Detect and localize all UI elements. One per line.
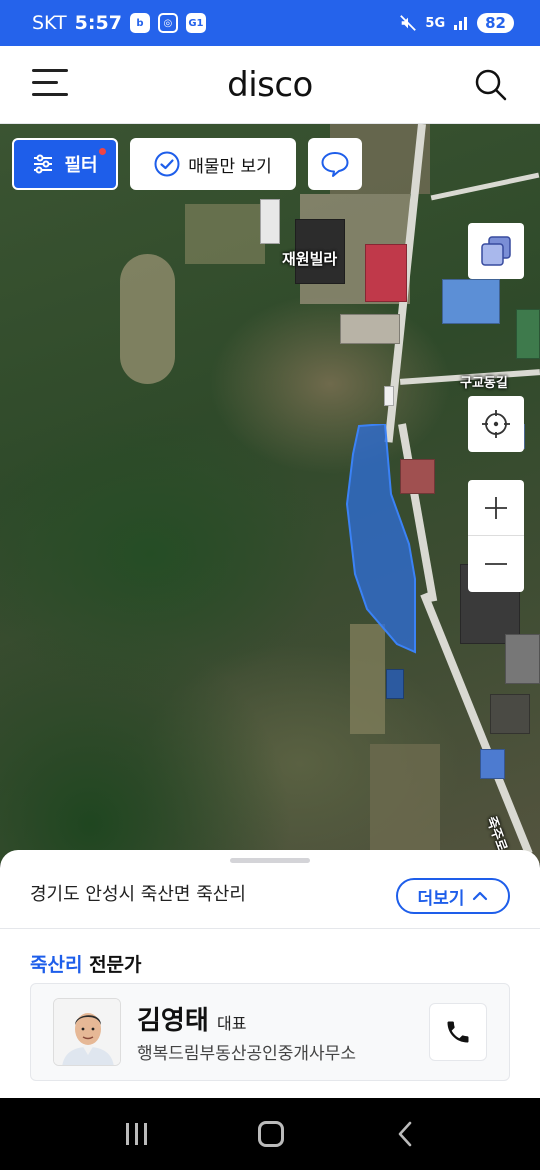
building bbox=[490, 694, 530, 734]
status-left: SKT 5:57 b ◎ G1 bbox=[32, 12, 206, 34]
status-right: 5G 82 bbox=[399, 13, 514, 33]
check-circle-icon bbox=[154, 151, 180, 177]
expert-suffix: 전문가 bbox=[82, 954, 142, 976]
zoom-in-button[interactable] bbox=[468, 480, 524, 536]
layers-icon bbox=[481, 236, 511, 266]
menu-icon[interactable] bbox=[32, 69, 68, 99]
map-field bbox=[370, 744, 440, 854]
phone-icon bbox=[447, 1021, 469, 1043]
bottom-sheet[interactable]: 경기도 안성시 죽산면 죽산리 더보기 죽산리 전문가 김영태 대표 행복드림부… bbox=[0, 850, 540, 1100]
search-icon[interactable] bbox=[474, 68, 508, 102]
app-logo: disco bbox=[227, 64, 313, 105]
road-label: 구교동길 bbox=[460, 376, 508, 391]
map-field bbox=[120, 254, 175, 384]
filter-label: 필터 bbox=[64, 155, 98, 176]
avatar bbox=[53, 998, 121, 1066]
sliders-icon bbox=[34, 154, 53, 174]
sheet-handle[interactable] bbox=[230, 858, 310, 863]
minus-icon bbox=[485, 563, 507, 565]
building bbox=[505, 634, 540, 684]
place-label: 재원빌라 bbox=[282, 250, 338, 268]
agent-office: 행복드림부동산공인중개사무소 bbox=[137, 1044, 356, 1064]
agent-card[interactable]: 김영태 대표 행복드림부동산공인중개사무소 bbox=[30, 983, 510, 1081]
app-header: disco bbox=[0, 46, 540, 124]
back-icon[interactable] bbox=[395, 1120, 415, 1148]
expert-section-title: 죽산리 전문가 bbox=[30, 950, 142, 977]
building bbox=[365, 244, 407, 302]
agent-photo bbox=[54, 999, 120, 1065]
time-label: 5:57 bbox=[74, 12, 122, 34]
signal-icon bbox=[454, 17, 468, 30]
layer-button[interactable] bbox=[468, 223, 524, 279]
g1-icon: G1 bbox=[185, 13, 206, 33]
selected-parcel[interactable] bbox=[345, 424, 417, 654]
listing-only-button[interactable]: 매물만 보기 bbox=[130, 138, 296, 190]
zoom-out-button[interactable] bbox=[468, 536, 524, 592]
expert-region: 죽산리 bbox=[30, 954, 83, 976]
building bbox=[260, 199, 280, 244]
address-label: 경기도 안성시 죽산면 죽산리 bbox=[30, 884, 246, 905]
chat-button[interactable] bbox=[308, 138, 362, 190]
building bbox=[340, 314, 400, 344]
more-label: 더보기 bbox=[417, 888, 465, 909]
building bbox=[480, 749, 505, 779]
map-field bbox=[185, 204, 265, 264]
mute-icon bbox=[400, 15, 417, 31]
network-label: 5G bbox=[425, 15, 446, 31]
chevron-up-icon bbox=[473, 891, 488, 901]
divider bbox=[0, 928, 540, 929]
road bbox=[430, 172, 540, 201]
building bbox=[384, 386, 394, 406]
road-label-secondary: 죽주로 bbox=[482, 814, 510, 854]
building bbox=[442, 279, 500, 324]
building bbox=[386, 669, 404, 699]
listing-only-label: 매물만 보기 bbox=[188, 156, 272, 177]
crosshair-icon bbox=[482, 410, 510, 438]
speech-bubble-icon bbox=[321, 152, 349, 177]
map-view[interactable]: 재원빌라 구교동길 죽주로 bbox=[0, 124, 540, 864]
camera-icon: ◎ bbox=[157, 13, 178, 33]
more-button[interactable]: 더보기 bbox=[396, 878, 510, 914]
battery-indicator: 82 bbox=[477, 13, 514, 33]
agent-role: 대표 bbox=[217, 1014, 247, 1033]
filter-notification-dot bbox=[99, 148, 106, 155]
agent-name: 김영태 bbox=[137, 1006, 209, 1036]
recents-icon[interactable] bbox=[125, 1123, 147, 1145]
system-nav-bar bbox=[0, 1098, 540, 1170]
status-bar: SKT 5:57 b ◎ G1 5G 82 bbox=[0, 0, 540, 46]
current-location-button[interactable] bbox=[468, 396, 524, 452]
carrier-label: SKT bbox=[32, 12, 67, 34]
filter-button[interactable]: 필터 bbox=[12, 138, 118, 190]
b-icon: b bbox=[129, 13, 150, 33]
call-button[interactable] bbox=[429, 1003, 487, 1061]
building bbox=[516, 309, 540, 359]
plus-icon bbox=[485, 496, 507, 519]
home-icon[interactable] bbox=[257, 1121, 284, 1147]
